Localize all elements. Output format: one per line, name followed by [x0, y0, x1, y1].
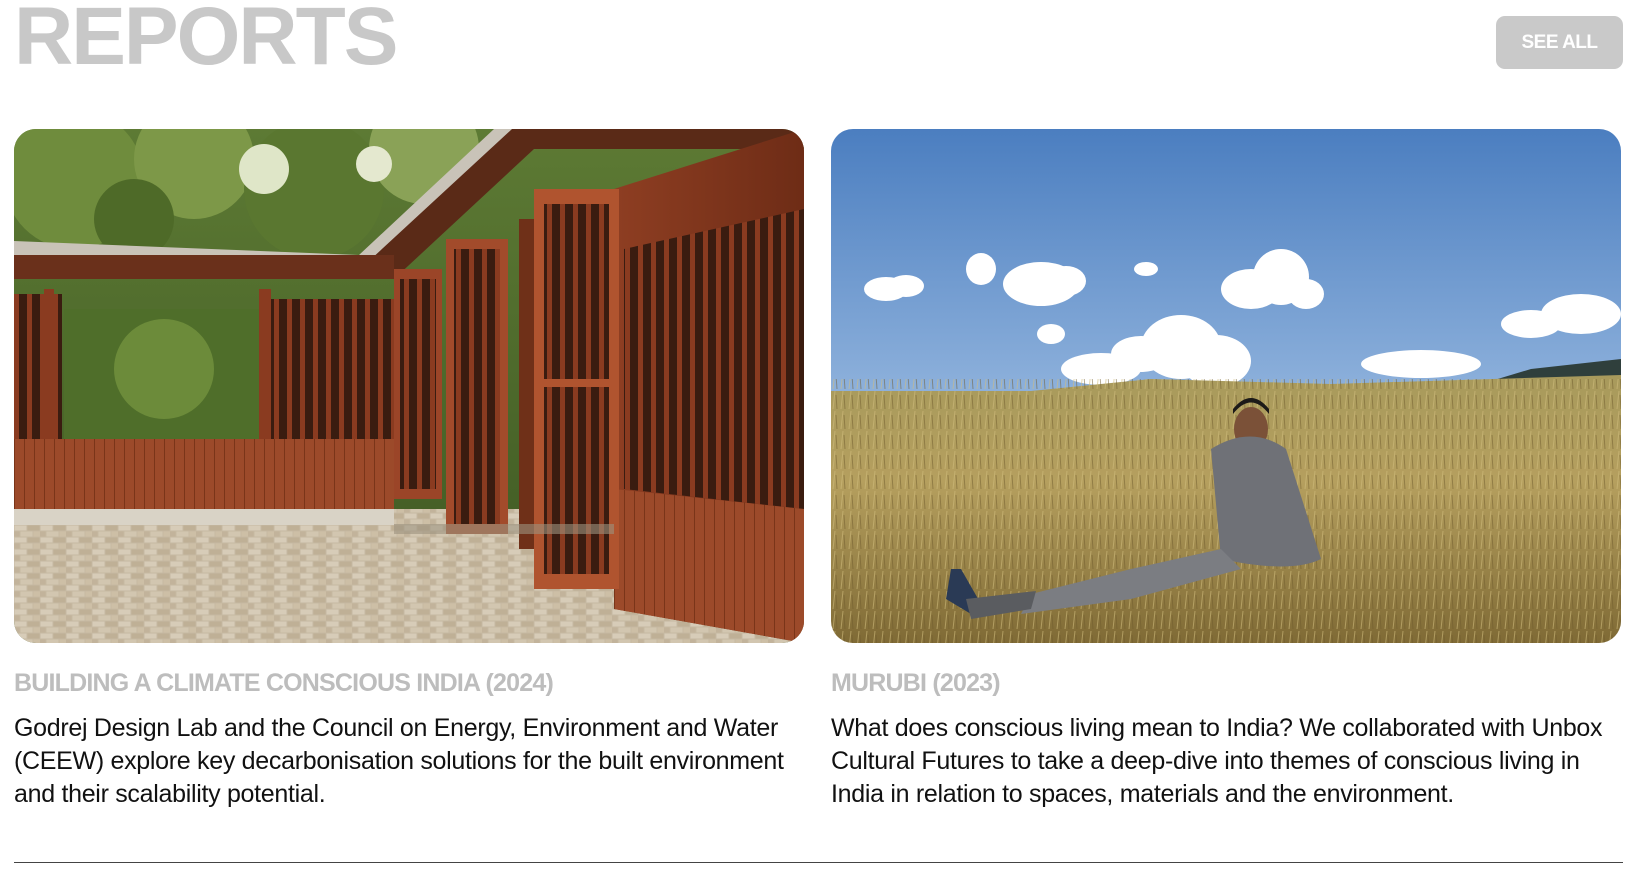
report-image-wooden-pavilion[interactable] [14, 129, 804, 643]
report-title[interactable]: BUILDING A CLIMATE CONSCIOUS INDIA (2024… [14, 671, 554, 696]
report-title[interactable]: MURUBI (2023) [831, 671, 1001, 696]
report-card[interactable]: MURUBI (2023) What does conscious living… [831, 129, 1621, 808]
see-all-button[interactable]: SEE ALL [1496, 16, 1623, 69]
report-description: Godrej Design Lab and the Council on Ene… [14, 714, 784, 808]
report-description: What does conscious living mean to India… [831, 714, 1603, 808]
report-card[interactable]: BUILDING A CLIMATE CONSCIOUS INDIA (2024… [14, 129, 804, 808]
section-divider [14, 862, 1623, 863]
report-image-man-in-meadow[interactable] [831, 129, 1621, 643]
section-title: REPORTS [14, 0, 398, 82]
